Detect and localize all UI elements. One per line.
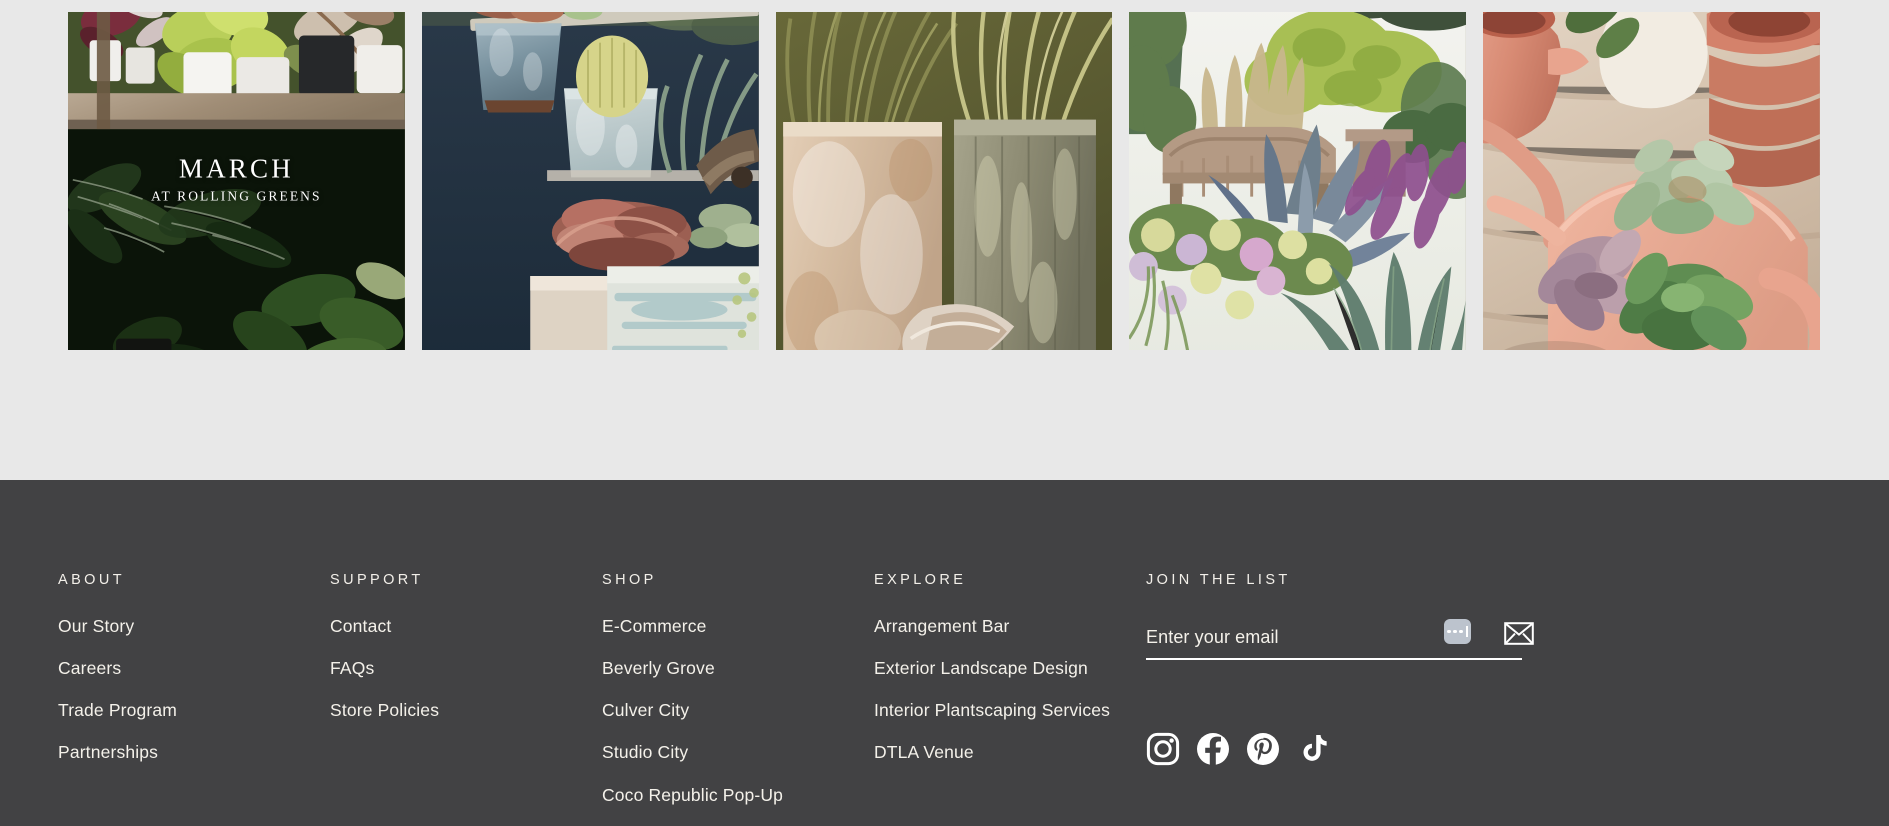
instagram-icon (1146, 732, 1180, 766)
ime-dot (1447, 629, 1451, 634)
footer-link-contact[interactable]: Contact (330, 614, 391, 638)
footer-link-careers[interactable]: Careers (58, 656, 121, 680)
list-item: Partnerships (58, 740, 312, 764)
footer-column-shop: SHOP E-Commerce Beverly Grove Culver Cit… (602, 572, 874, 807)
envelope-icon (1504, 621, 1534, 645)
pinterest-icon (1247, 733, 1279, 765)
social-links-row (1146, 732, 1330, 766)
footer-link-store-policies[interactable]: Store Policies (330, 698, 439, 722)
footer-link-studio-city[interactable]: Studio City (602, 740, 688, 764)
footer-link-culver-city[interactable]: Culver City (602, 698, 689, 722)
list-item: Culver City (602, 698, 856, 722)
newsletter-signup (1146, 614, 1534, 766)
list-item: Studio City (602, 740, 856, 764)
list-item: Arrangement Bar (874, 614, 1128, 638)
gallery-tile-garden-landscape-hydrangeas-agave[interactable] (1129, 12, 1467, 350)
tiktok-icon (1303, 735, 1327, 761)
footer-link-exterior-landscape-design[interactable]: Exterior Landscape Design (874, 656, 1088, 680)
terracotta-planters-image (775, 12, 1113, 350)
list-item: DTLA Venue (874, 740, 1128, 764)
ime-dots-indicator-icon[interactable] (1444, 619, 1471, 644)
footer-heading-join-the-list: JOIN THE LIST (1146, 572, 1291, 588)
footer-heading-support: SUPPORT (330, 572, 424, 588)
footer-columns: ABOUT Our Story Careers Trade Program Pa… (58, 572, 1718, 807)
ime-dot (1453, 629, 1457, 634)
footer-column-newsletter: JOIN THE LIST (1146, 572, 1666, 807)
footer-link-our-story[interactable]: Our Story (58, 614, 134, 638)
list-item: Careers (58, 656, 312, 680)
ceramic-pots-image (421, 12, 759, 350)
social-link-instagram[interactable] (1146, 732, 1180, 766)
footer-link-e-commerce[interactable]: E-Commerce (602, 614, 707, 638)
footer-links-shop: E-Commerce Beverly Grove Culver City Stu… (602, 614, 856, 807)
list-item: Our Story (58, 614, 312, 638)
footer-link-faqs[interactable]: FAQs (330, 656, 374, 680)
footer-column-about: ABOUT Our Story Careers Trade Program Pa… (58, 572, 330, 807)
footer-column-support: SUPPORT Contact FAQs Store Policies (330, 572, 602, 807)
list-item: Contact (330, 614, 584, 638)
nursery-shelves-image (68, 12, 405, 350)
footer-link-partnerships[interactable]: Partnerships (58, 740, 158, 764)
list-item: Exterior Landscape Design (874, 656, 1128, 680)
footer-link-dtla-venue[interactable]: DTLA Venue (874, 740, 974, 764)
footer-link-arrangement-bar[interactable]: Arrangement Bar (874, 614, 1010, 638)
gallery-row: MARCH AT ROLLING GREENS (68, 12, 1820, 350)
social-link-tiktok[interactable] (1296, 732, 1330, 766)
instagram-gallery-section: MARCH AT ROLLING GREENS (0, 0, 1889, 480)
gallery-tile-pink-watering-can-succulents[interactable] (1483, 12, 1820, 350)
footer-link-coco-republic-pop-up[interactable]: Coco Republic Pop-Up (602, 783, 783, 807)
footer-heading-explore: EXPLORE (874, 572, 967, 588)
watering-can-succulents-image (1483, 12, 1820, 350)
email-input-underline (1146, 658, 1522, 660)
list-item: Coco Republic Pop-Up (602, 783, 856, 807)
garden-landscape-image (1129, 12, 1467, 350)
site-footer: ABOUT Our Story Careers Trade Program Pa… (0, 480, 1889, 826)
footer-links-explore: Arrangement Bar Exterior Landscape Desig… (874, 614, 1128, 765)
footer-heading-about: ABOUT (58, 572, 125, 588)
social-link-pinterest[interactable] (1246, 732, 1280, 766)
social-link-facebook[interactable] (1196, 732, 1230, 766)
ime-caret (1466, 626, 1468, 637)
list-item: E-Commerce (602, 614, 856, 638)
footer-link-interior-plantscaping-services[interactable]: Interior Plantscaping Services (874, 698, 1110, 722)
footer-column-explore: EXPLORE Arrangement Bar Exterior Landsca… (874, 572, 1146, 807)
footer-link-beverly-grove[interactable]: Beverly Grove (602, 656, 715, 680)
gallery-tile-weathered-terracotta-planters[interactable] (775, 12, 1113, 350)
footer-inner: ABOUT Our Story Careers Trade Program Pa… (58, 480, 1838, 826)
ime-dot (1459, 629, 1463, 634)
list-item: Beverly Grove (602, 656, 856, 680)
footer-links-about: Our Story Careers Trade Program Partners… (58, 614, 312, 765)
footer-links-support: Contact FAQs Store Policies (330, 614, 584, 722)
footer-link-trade-program[interactable]: Trade Program (58, 698, 177, 722)
list-item: Interior Plantscaping Services (874, 698, 1128, 722)
newsletter-submit-button[interactable] (1504, 620, 1534, 646)
facebook-icon (1197, 733, 1229, 766)
list-item: Trade Program (58, 698, 312, 722)
gallery-tile-ceramic-pots-cacti-succulents[interactable] (421, 12, 759, 350)
footer-heading-shop: SHOP (602, 572, 657, 588)
gallery-tile-nursery-shelves-houseplants[interactable]: MARCH AT ROLLING GREENS (68, 12, 405, 350)
list-item: FAQs (330, 656, 584, 680)
list-item: Store Policies (330, 698, 584, 722)
